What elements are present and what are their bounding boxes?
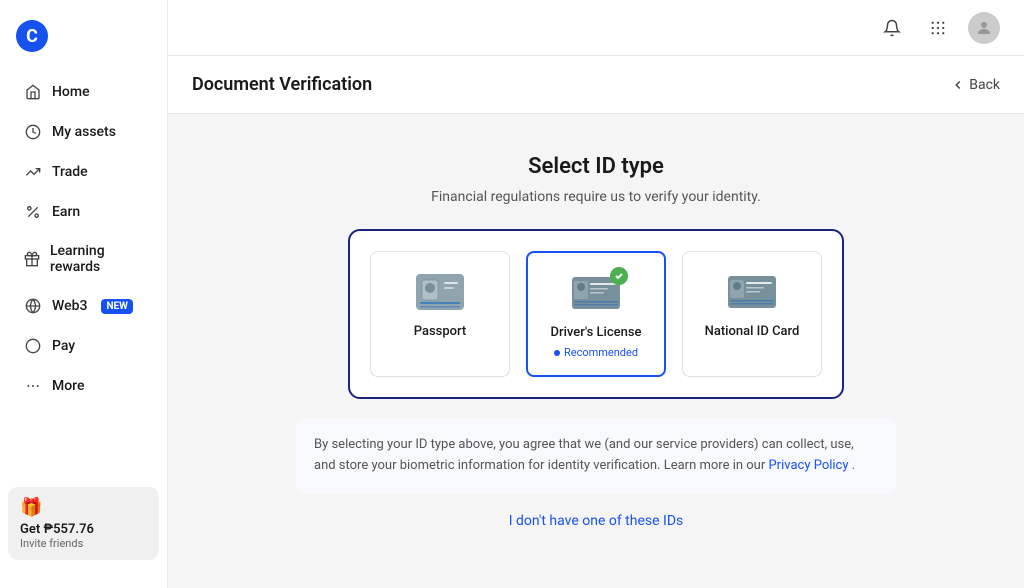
sidebar-label-my-assets: My assets xyxy=(52,124,116,140)
sidebar-item-earn[interactable]: Earn xyxy=(8,193,159,231)
section-title: Select ID type xyxy=(528,154,664,179)
recommended-badge: Recommended xyxy=(554,346,638,359)
sidebar-nav: Home My assets Trade Earn Learning rewar… xyxy=(0,72,167,475)
web3-badge: NEW xyxy=(101,299,132,314)
sidebar-label-home: Home xyxy=(52,84,90,100)
grid-menu-button[interactable] xyxy=(922,12,954,44)
sidebar-item-trade[interactable]: Trade xyxy=(8,153,159,191)
invite-card[interactable]: 🎁 Get ₱557.76 Invite friends xyxy=(8,487,159,560)
no-id-link[interactable]: I don't have one of these IDs xyxy=(509,513,684,529)
id-card-drivers-license[interactable]: Driver's License Recommended xyxy=(526,251,666,377)
id-selection-container: Passport xyxy=(348,229,844,399)
more-icon xyxy=(24,377,42,395)
sidebar-label-earn: Earn xyxy=(52,204,80,220)
passport-label: Passport xyxy=(414,324,467,339)
drivers-license-icon xyxy=(570,273,622,313)
disclosure-box: By selecting your ID type above, you agr… xyxy=(296,419,896,493)
privacy-policy-link[interactable]: Privacy Policy xyxy=(768,458,848,473)
sidebar-bottom: 🎁 Get ₱557.76 Invite friends xyxy=(0,475,167,572)
invite-icon: 🎁 xyxy=(20,497,147,518)
sidebar-item-home[interactable]: Home xyxy=(8,73,159,111)
national-id-icon xyxy=(726,272,778,312)
notification-button[interactable] xyxy=(876,12,908,44)
recommended-text: Recommended xyxy=(564,346,638,359)
sidebar-label-learning-rewards: Learning rewards xyxy=(50,243,143,275)
invite-card-subtitle: Invite friends xyxy=(20,537,147,550)
main-content: Document Verification Back Select ID typ… xyxy=(168,0,1024,588)
sidebar-item-web3[interactable]: Web3 NEW xyxy=(8,287,159,325)
pay-icon xyxy=(24,337,42,355)
disclosure-end: . xyxy=(852,458,855,473)
id-card-national-id[interactable]: National ID Card xyxy=(682,251,822,377)
user-avatar[interactable] xyxy=(968,12,1000,44)
sidebar-item-my-assets[interactable]: My assets xyxy=(8,113,159,151)
sidebar: C Home My assets Trade Earn xyxy=(0,0,168,588)
sidebar-item-pay[interactable]: Pay xyxy=(8,327,159,365)
earn-icon xyxy=(24,203,42,221)
back-label: Back xyxy=(969,77,1000,93)
logo[interactable]: C xyxy=(0,16,167,72)
back-button[interactable]: Back xyxy=(951,77,1000,93)
sidebar-label-trade: Trade xyxy=(52,164,88,180)
gift-icon xyxy=(24,250,40,268)
home-icon xyxy=(24,83,42,101)
page-content: Select ID type Financial regulations req… xyxy=(168,114,1024,588)
clock-icon xyxy=(24,123,42,141)
id-card-passport[interactable]: Passport xyxy=(370,251,510,377)
sidebar-label-more: More xyxy=(52,378,85,394)
sidebar-label-pay: Pay xyxy=(52,338,75,354)
page-title: Document Verification xyxy=(192,74,372,95)
national-id-label: National ID Card xyxy=(705,324,800,339)
sidebar-item-more[interactable]: More xyxy=(8,367,159,405)
invite-card-title: Get ₱557.76 xyxy=(20,522,147,537)
sidebar-item-learning-rewards[interactable]: Learning rewards xyxy=(8,233,159,285)
section-subtitle: Financial regulations require us to veri… xyxy=(431,189,761,205)
logo-icon: C xyxy=(16,20,48,52)
drivers-license-label: Driver's License xyxy=(551,325,642,340)
sidebar-label-web3: Web3 xyxy=(52,298,87,314)
trade-icon xyxy=(24,163,42,181)
passport-icon xyxy=(414,272,466,312)
web3-icon xyxy=(24,297,42,315)
